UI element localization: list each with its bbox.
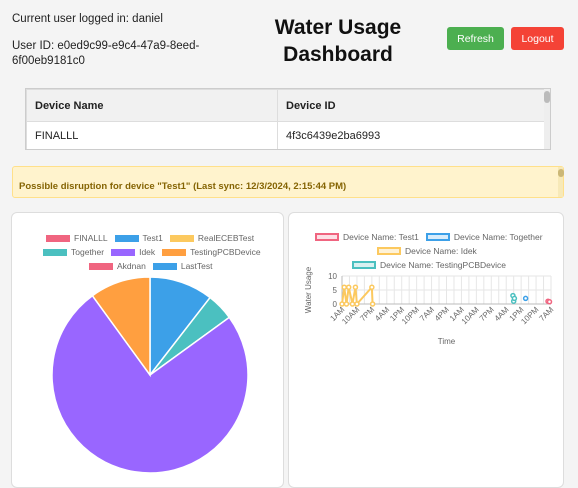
logout-button[interactable]: Logout xyxy=(511,27,564,50)
line-chart: 05101AM10AM7PM4AM1PM10PM7AM4PM1AM10AM7PM… xyxy=(304,266,556,346)
table-header-row: Device Name Device ID xyxy=(26,89,546,122)
alert-text: Possible disruption for device "Test1" (… xyxy=(19,181,347,192)
data-point[interactable] xyxy=(546,299,553,305)
data-point[interactable] xyxy=(339,301,345,307)
data-point[interactable] xyxy=(511,295,518,302)
refresh-button[interactable]: Refresh xyxy=(447,27,504,50)
alert-scrollbar[interactable] xyxy=(558,167,564,197)
alert-scrollbar-thumb[interactable] xyxy=(558,169,564,177)
user-id-label: User ID: e0ed9c99-e9c4-47a9-8eed-6f00eb9… xyxy=(12,40,200,67)
data-point[interactable] xyxy=(349,301,356,307)
data-point[interactable] xyxy=(369,284,375,290)
x-tick-label: 7AM xyxy=(537,305,555,323)
data-point[interactable] xyxy=(343,301,350,307)
x-tick-label: 7PM xyxy=(478,305,496,323)
device-name-cell: FINALLL xyxy=(26,121,278,149)
x-tick-label: 4PM xyxy=(433,305,451,323)
data-point[interactable] xyxy=(354,301,360,307)
x-tick-label: 4AM xyxy=(373,305,391,323)
data-point[interactable] xyxy=(341,284,347,290)
table-scrollbar[interactable] xyxy=(544,89,550,149)
x-tick-label: 4AM xyxy=(493,305,511,323)
y-tick-label: 10 xyxy=(328,272,337,281)
user-info: Current user logged in: daniel User ID: … xyxy=(12,12,212,69)
data-point[interactable] xyxy=(522,295,529,302)
page-title: Water Usage Dashboard xyxy=(274,16,402,66)
data-point[interactable] xyxy=(352,284,359,290)
disruption-alert: Possible disruption for device "Test1" (… xyxy=(12,166,564,198)
data-point[interactable] xyxy=(345,284,352,290)
table-row: FINALLL 4f3c6439e2ba6993 xyxy=(26,121,546,149)
x-tick-label: 7AM xyxy=(418,305,436,323)
pie-chart-card: FINALLL Test1 RealECEBTest Together Idek… xyxy=(11,212,284,488)
device-table-container[interactable]: Device Name Device ID FINALLL 4f3c6439e2… xyxy=(25,88,551,150)
y-tick-label: 5 xyxy=(333,286,338,295)
table-scrollbar-thumb[interactable] xyxy=(544,91,550,103)
pie-chart xyxy=(51,276,249,474)
device-table: Device Name Device ID FINALLL 4f3c6439e2… xyxy=(26,89,546,149)
column-header-device-name: Device Name xyxy=(26,89,278,122)
x-axis-title: Time xyxy=(438,337,456,346)
y-axis-title: Water Usage xyxy=(304,266,313,313)
data-point[interactable] xyxy=(369,301,376,307)
column-header-device-id: Device ID xyxy=(277,89,546,122)
logged-in-user-label: Current user logged in: daniel xyxy=(12,13,163,25)
device-id-cell: 4f3c6439e2ba6993 xyxy=(277,121,546,149)
line-chart-card: Device Name: Test1 Device Name: Together… xyxy=(288,212,564,488)
x-tick-label: 7PM xyxy=(358,305,376,323)
